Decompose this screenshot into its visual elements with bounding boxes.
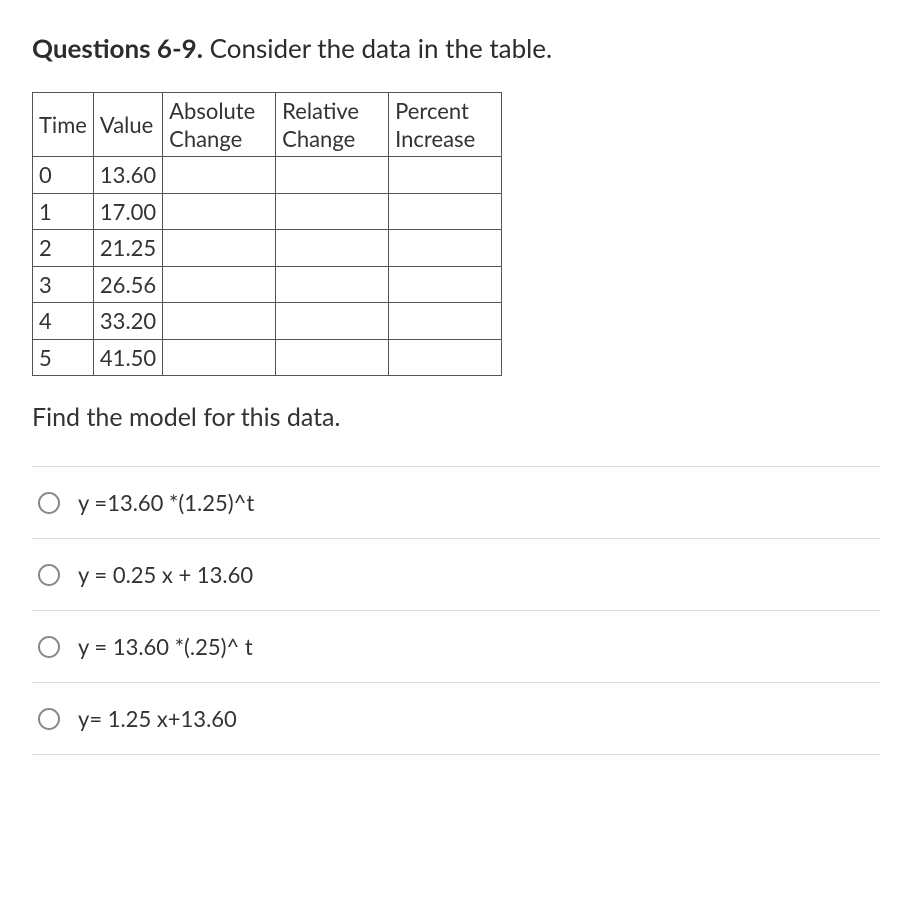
cell-time: 3: [33, 266, 94, 303]
cell-value: 17.00: [93, 193, 162, 230]
cell-abs: [163, 230, 276, 267]
col-absolute-change: Absolute Change: [163, 93, 276, 157]
cell-rel: [276, 230, 389, 267]
cell-value: 13.60: [93, 157, 162, 194]
answer-options: y =13.60 *(1.25)^t y = 0.25 x + 13.60 y …: [32, 466, 880, 755]
table-row: 0 13.60: [33, 157, 502, 194]
cell-pct: [389, 266, 502, 303]
cell-value: 33.20: [93, 303, 162, 340]
col-percent-increase: Percent Increase: [389, 93, 502, 157]
table-row: 2 21.25: [33, 230, 502, 267]
cell-abs: [163, 157, 276, 194]
cell-rel: [276, 157, 389, 194]
question-prompt: Find the model for this data.: [32, 402, 880, 432]
table-row: 4 33.20: [33, 303, 502, 340]
question-heading: Questions 6-9. Consider the data in the …: [32, 32, 880, 64]
cell-pct: [389, 339, 502, 376]
table-row: 3 26.56: [33, 266, 502, 303]
cell-rel: [276, 339, 389, 376]
col-value: Value: [93, 93, 162, 157]
option-1[interactable]: y =13.60 *(1.25)^t: [32, 467, 880, 539]
table-row: 1 17.00: [33, 193, 502, 230]
option-label: y = 0.25 x + 13.60: [78, 561, 253, 588]
option-3[interactable]: y = 13.60 *(.25)^ t: [32, 611, 880, 683]
cell-pct: [389, 303, 502, 340]
cell-abs: [163, 193, 276, 230]
option-label: y =13.60 *(1.25)^t: [78, 489, 254, 516]
cell-abs: [163, 339, 276, 376]
cell-rel: [276, 266, 389, 303]
cell-rel: [276, 193, 389, 230]
table-header-row: Time Value Absolute Change Relative Chan…: [33, 93, 502, 157]
cell-abs: [163, 266, 276, 303]
cell-abs: [163, 303, 276, 340]
col-relative-change: Relative Change: [276, 93, 389, 157]
option-label: y = 13.60 *(.25)^ t: [78, 633, 253, 660]
cell-value: 41.50: [93, 339, 162, 376]
data-table: Time Value Absolute Change Relative Chan…: [32, 92, 502, 376]
cell-pct: [389, 230, 502, 267]
radio-icon: [38, 492, 60, 514]
cell-time: 1: [33, 193, 94, 230]
option-4[interactable]: y= 1.25 x+13.60: [32, 683, 880, 755]
cell-time: 0: [33, 157, 94, 194]
radio-icon: [38, 564, 60, 586]
table-row: 5 41.50: [33, 339, 502, 376]
cell-value: 26.56: [93, 266, 162, 303]
cell-time: 5: [33, 339, 94, 376]
cell-time: 4: [33, 303, 94, 340]
col-time: Time: [33, 93, 94, 157]
heading-bold: Questions 6-9.: [32, 32, 203, 64]
cell-pct: [389, 193, 502, 230]
radio-icon: [38, 708, 60, 730]
radio-icon: [38, 636, 60, 658]
cell-pct: [389, 157, 502, 194]
cell-value: 21.25: [93, 230, 162, 267]
cell-time: 2: [33, 230, 94, 267]
option-2[interactable]: y = 0.25 x + 13.60: [32, 539, 880, 611]
cell-rel: [276, 303, 389, 340]
option-label: y= 1.25 x+13.60: [78, 705, 237, 732]
heading-rest: Consider the data in the table.: [203, 32, 552, 64]
